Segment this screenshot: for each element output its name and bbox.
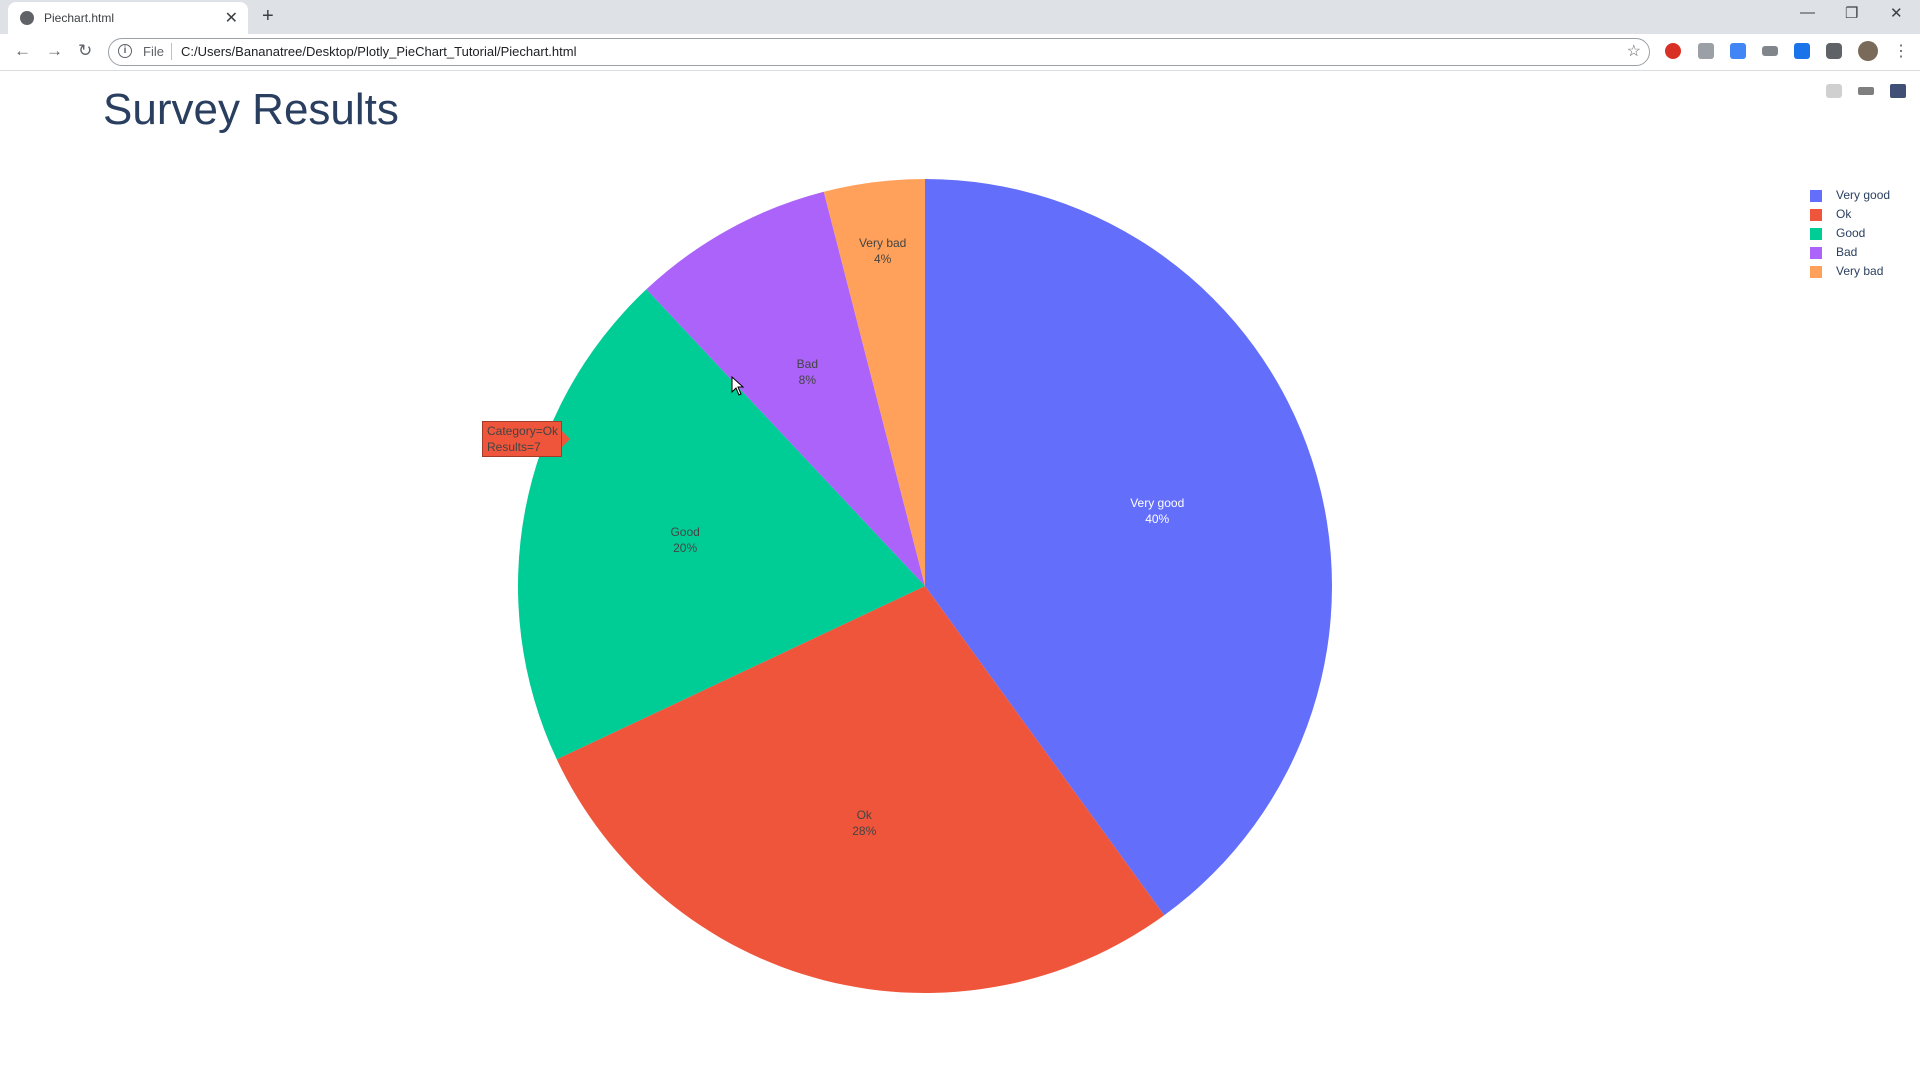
slice-label-bad: Bad 8%: [797, 356, 818, 388]
pie-slices: [518, 179, 1332, 993]
slice-label-percent: 8%: [798, 373, 817, 387]
legend-label: Very bad: [1836, 264, 1884, 278]
pie-chart: [518, 179, 1332, 993]
legend-label: Good: [1836, 226, 1866, 240]
slice-label-very-bad: Very bad 4%: [859, 235, 906, 267]
legend-label: Ok: [1836, 207, 1852, 221]
slice-label-good: Good 20%: [670, 524, 699, 556]
legend-swatch: [1810, 209, 1822, 221]
slice-label-percent: 20%: [673, 541, 698, 556]
legend-swatch: [1810, 247, 1822, 259]
slice-label-category: Ok: [856, 807, 872, 822]
slice-label-very-good: Very good 40%: [1130, 495, 1184, 527]
slice-label-category: Bad: [796, 357, 819, 371]
slice-label-percent: 40%: [1145, 511, 1170, 526]
tooltip-results: Results=7: [487, 440, 541, 454]
slice-label-percent: 28%: [852, 823, 877, 838]
tooltip-pointer: [562, 431, 570, 447]
slice-label-category: Good: [670, 525, 700, 540]
hover-tooltip: Category=Ok Results=7: [482, 421, 562, 457]
legend-label: Bad: [1836, 245, 1858, 259]
legend-swatch: [1810, 266, 1822, 278]
slice-label-ok: Ok 28%: [852, 807, 876, 839]
slice-label-percent: 4%: [873, 251, 892, 266]
slice-label-category: Very good: [1130, 495, 1185, 510]
legend-label: Very good: [1836, 188, 1891, 202]
legend-swatch: [1810, 228, 1822, 240]
mouse-cursor-icon: [731, 376, 745, 396]
legend-swatch: [1810, 190, 1822, 202]
slice-label-category: Very bad: [858, 235, 907, 250]
tooltip-category: Category=Ok: [487, 424, 559, 438]
